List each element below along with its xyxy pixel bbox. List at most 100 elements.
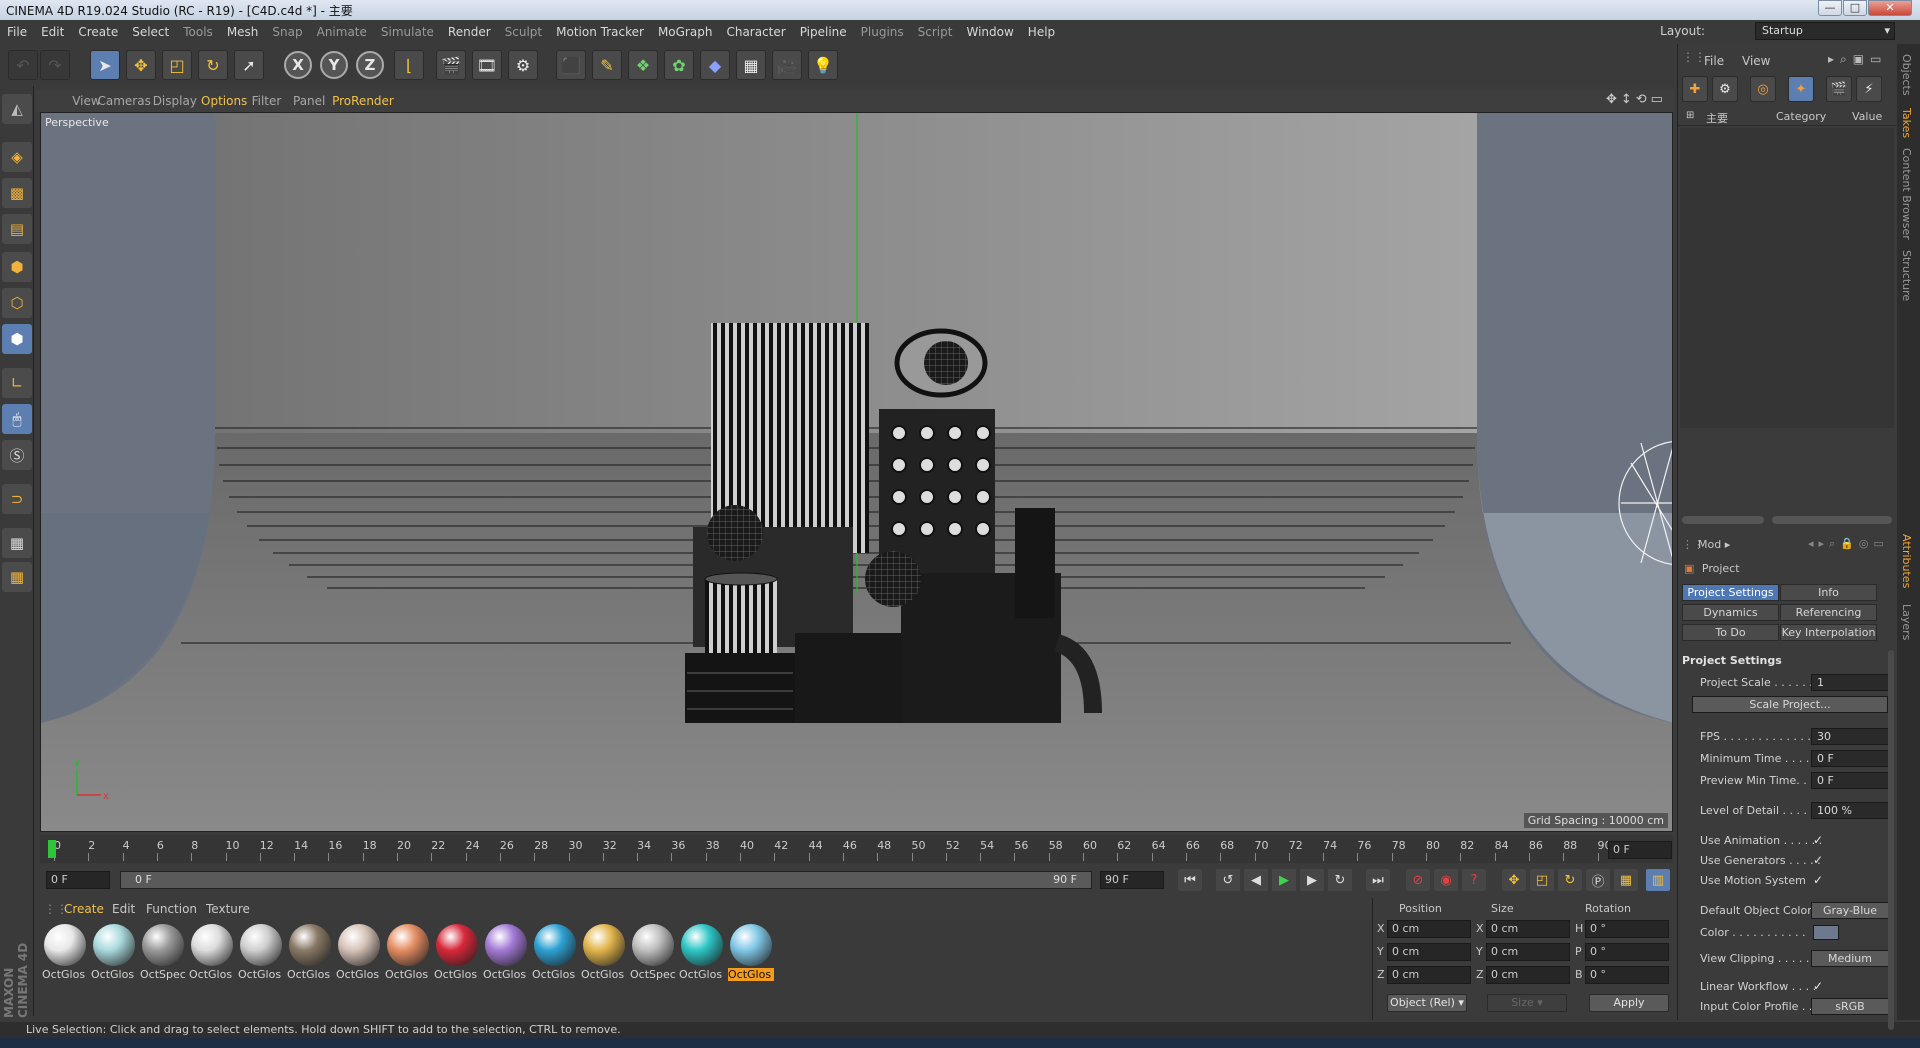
parameter-key-button[interactable]: Ⓟ [1586, 869, 1610, 891]
material-swatch[interactable]: OctGlos [728, 924, 774, 981]
lock-workplane-button[interactable]: ▦ [2, 528, 32, 558]
y-axis-button[interactable]: Y [320, 51, 348, 79]
menu-file[interactable]: File [0, 20, 34, 44]
material-swatch[interactable]: OctGlos [679, 924, 725, 981]
property-field[interactable]: 0 F [1811, 772, 1889, 789]
menu-tools[interactable]: Tools [176, 20, 220, 44]
magnet-button[interactable]: ⊃ [2, 484, 32, 514]
viewport-menu-filter[interactable]: Filter [252, 94, 282, 108]
property-field[interactable]: 100 % [1811, 802, 1889, 819]
takes-button[interactable]: ✦ [1788, 76, 1814, 102]
current-frame-field[interactable]: 0 F [1608, 841, 1672, 859]
material-menu-texture[interactable]: Texture [206, 902, 250, 916]
checkbox[interactable]: ✓ [1813, 873, 1823, 887]
autokeying-button[interactable]: ◉ [1434, 869, 1458, 891]
color-swatch[interactable] [1813, 925, 1839, 940]
snap-button[interactable]: Ⓢ [2, 440, 32, 470]
range-slider[interactable]: 0 F 90 F [120, 871, 1092, 889]
viewport-menu-cameras[interactable]: Cameras [98, 94, 151, 108]
new-object-button[interactable]: ✚ [1682, 76, 1708, 102]
attributes-mode[interactable]: Mod ▸ [1698, 538, 1730, 551]
position-field[interactable]: 0 cm [1387, 943, 1471, 961]
menu-animate[interactable]: Animate [310, 20, 374, 44]
material-swatch[interactable]: OctGlos [336, 924, 382, 981]
scale-button[interactable]: ◰ [162, 50, 192, 80]
go-to-end-button[interactable]: ⏭ [1366, 869, 1390, 891]
point-level-key-button[interactable]: ▦ [1614, 869, 1638, 891]
attr-tab-to-do[interactable]: To Do [1682, 624, 1779, 641]
menu-script[interactable]: Script [911, 20, 960, 44]
property-field[interactable]: 30 [1811, 728, 1889, 745]
horizontal-scrollbar[interactable] [1682, 516, 1764, 524]
vertical-tab-takes[interactable]: Takes [1900, 108, 1913, 138]
cloner-button[interactable]: ✿ [664, 50, 694, 80]
vertical-tab-objects[interactable]: Objects [1900, 54, 1913, 96]
recent-tool-button[interactable]: ➚ [234, 50, 264, 80]
property-field[interactable]: 1 [1811, 674, 1889, 691]
next-key-button[interactable]: ↻ [1328, 869, 1352, 891]
rotation-field[interactable]: 0 ° [1585, 943, 1669, 961]
render-take-button[interactable]: 🎬 [1826, 76, 1852, 102]
viewport-menu-view[interactable]: View [72, 94, 100, 108]
attr-tab-info[interactable]: Info [1780, 584, 1877, 601]
material-menu-edit[interactable]: Edit [112, 902, 135, 916]
edges-mode-button[interactable]: ⬡ [2, 288, 32, 318]
menu-mograph[interactable]: MoGraph [651, 20, 720, 44]
position-key-button[interactable]: ✥ [1502, 869, 1526, 891]
render-settings-button[interactable]: ⚙ [508, 50, 538, 80]
polygons-mode-button[interactable]: ⬢ [2, 324, 32, 354]
tweak-mode-button[interactable]: 🖱 [2, 404, 32, 434]
menu-motion-tracker[interactable]: Motion Tracker [549, 20, 651, 44]
size-field[interactable]: 0 cm [1486, 920, 1570, 938]
size-field[interactable]: 0 cm [1486, 966, 1570, 984]
position-field[interactable]: 0 cm [1387, 920, 1471, 938]
start-frame-field[interactable]: 0 F [46, 871, 110, 889]
size-field[interactable]: 0 cm [1486, 943, 1570, 961]
vertical-tab-attributes[interactable]: Attributes [1900, 534, 1913, 588]
z-axis-button[interactable]: Z [356, 51, 384, 79]
vertical-scrollbar[interactable] [1888, 650, 1894, 1030]
timeline-window-button[interactable]: ▥ [1646, 869, 1670, 891]
close-button[interactable]: ✕ [1868, 0, 1912, 16]
property-button[interactable]: Medium [1811, 950, 1889, 967]
property-button[interactable]: Scale Project... [1692, 696, 1888, 713]
pen-button[interactable]: ✎ [592, 50, 622, 80]
keyframe-selection-button[interactable]: ? [1462, 869, 1486, 891]
menu-edit[interactable]: Edit [34, 20, 71, 44]
previous-key-button[interactable]: ↺ [1216, 869, 1240, 891]
menu-character[interactable]: Character [719, 20, 792, 44]
undo-button[interactable]: ↶ [8, 50, 38, 80]
vertical-tab-structure[interactable]: Structure [1900, 250, 1913, 301]
playhead[interactable] [48, 840, 56, 858]
menu-snap[interactable]: Snap [265, 20, 309, 44]
deformer-button[interactable]: ◆ [700, 50, 730, 80]
size-mode-select[interactable]: Size ▾ [1487, 994, 1567, 1012]
menu-sculpt[interactable]: Sculpt [498, 20, 549, 44]
axis-mode-button[interactable]: ∟ [2, 368, 32, 398]
viewport-menu-panel[interactable]: Panel [293, 94, 325, 108]
menu-help[interactable]: Help [1021, 20, 1062, 44]
material-swatch[interactable]: OctGlos [532, 924, 578, 981]
object-filter-button[interactable]: ⚙ [1712, 76, 1738, 102]
cube-button[interactable]: ⬛ [556, 50, 586, 80]
object-menu-view[interactable]: View [1742, 54, 1770, 68]
floor-button[interactable]: ▦ [736, 50, 766, 80]
model-mode-button[interactable]: ◈ [2, 142, 32, 172]
attr-tab-referencing[interactable]: Referencing [1780, 604, 1877, 621]
viewport-menu-prorender[interactable]: ProRender [332, 94, 394, 108]
material-menu-create[interactable]: Create [64, 902, 104, 916]
viewport[interactable]: y x Perspective Grid Spacing : 10000 cm [40, 112, 1673, 832]
make-editable-button[interactable]: ◭ [2, 94, 32, 124]
material-swatch[interactable]: OctGlos [385, 924, 431, 981]
menu-select[interactable]: Select [125, 20, 176, 44]
menu-render[interactable]: Render [441, 20, 498, 44]
subdivision-button[interactable]: ❖ [628, 50, 658, 80]
menu-window[interactable]: Window [959, 20, 1020, 44]
next-frame-button[interactable]: ▶ [1300, 869, 1324, 891]
property-field[interactable]: 0 F [1811, 750, 1889, 767]
end-frame-field[interactable]: 90 F [1100, 871, 1164, 889]
scale-key-button[interactable]: ◰ [1530, 869, 1554, 891]
points-mode-button[interactable]: ⬢ [2, 252, 32, 282]
viewport-menu-display[interactable]: Display [153, 94, 197, 108]
rotate-button[interactable]: ↻ [198, 50, 228, 80]
